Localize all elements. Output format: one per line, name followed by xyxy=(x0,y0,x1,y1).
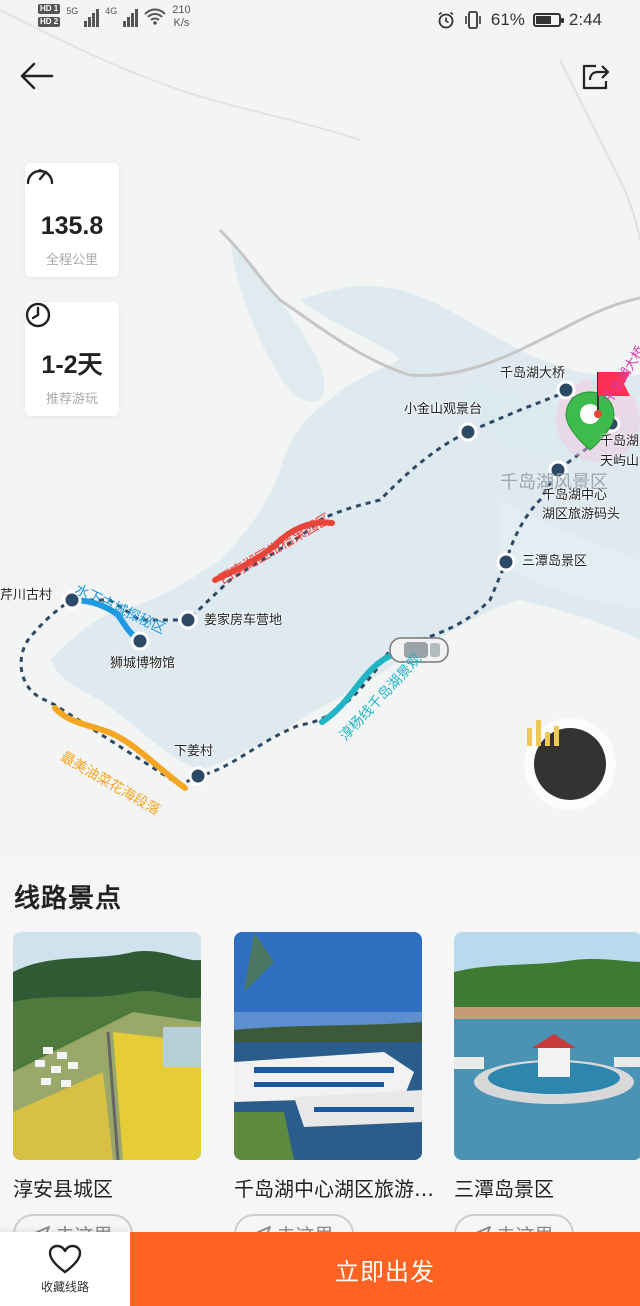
stop-label-tianyu-2[interactable]: 天屿山 xyxy=(600,454,639,470)
net-speed-unit: K/s xyxy=(173,17,190,29)
spot-name-2: 千岛湖中心湖区旅游码头 xyxy=(234,1177,434,1201)
spot-photo-2-image xyxy=(234,932,422,1160)
network-4g: 4G xyxy=(105,6,118,16)
elevation-chart-button[interactable] xyxy=(524,718,616,810)
stop-label-qiandaohu-bridge[interactable]: 千岛湖大桥 xyxy=(500,366,565,382)
spot-photo-1-image xyxy=(13,932,201,1160)
duration-card: 1-2天 推荐游玩 xyxy=(25,302,119,416)
signal-icon xyxy=(84,7,100,27)
spot-cards[interactable]: 淳安县城区 去这里 千岛湖中心湖区旅游码头 xyxy=(13,932,640,1254)
distance-value: 135.8 xyxy=(40,212,104,240)
signal-icon-2 xyxy=(123,7,139,27)
back-button[interactable] xyxy=(20,62,64,106)
spot-name-3: 三潭岛景区 xyxy=(454,1177,554,1201)
favorite-label: 收藏线路 xyxy=(40,1279,89,1294)
network-5g: 5G xyxy=(66,6,79,16)
hd-badge-2: HD 2 xyxy=(38,17,61,27)
duration-label: 推荐游玩 xyxy=(45,392,98,407)
clock-icon xyxy=(25,302,51,328)
net-speed-value: 210 xyxy=(172,4,191,16)
start-now-button[interactable]: 立即出发 xyxy=(130,1232,640,1306)
distance-label: 全程公里 xyxy=(45,253,98,268)
battery-icon xyxy=(532,13,564,27)
battery-percent: 61% xyxy=(490,10,525,29)
distance-card: 135.8 全程公里 xyxy=(25,163,119,277)
section-title: 线路景点 xyxy=(14,884,123,914)
route-map[interactable]: 135.8 全程公里 1-2天 推荐游玩 千岛湖风景区 千岛湖大桥 小金山观景台… xyxy=(0,0,640,860)
hd-badge-1: HD 1 xyxy=(38,4,61,14)
clock-time: 2:44 xyxy=(568,10,602,29)
stop-label-xiajiang[interactable]: 下姜村 xyxy=(174,744,213,760)
bar-chart-icon xyxy=(527,720,559,746)
spot-card-2[interactable]: 千岛湖中心湖区旅游码头 去这里 xyxy=(234,932,434,1254)
stop-label-santandao[interactable]: 三潭岛景区 xyxy=(522,554,587,570)
stop-marker-xiaojinshan xyxy=(458,422,478,442)
stop-label-center-pier-2[interactable]: 湖区旅游码头 xyxy=(542,507,620,523)
stop-label-center-pier-1[interactable]: 千岛湖中心 xyxy=(542,488,607,504)
heart-icon xyxy=(48,1244,82,1273)
stop-marker-qiandaohu-bridge xyxy=(556,380,576,400)
spot-photo-3-image xyxy=(454,932,640,1160)
vibrate-icon xyxy=(465,11,481,29)
stop-label-tianyu-1[interactable]: 千岛湖 xyxy=(600,434,639,450)
stop-marker-shicheng xyxy=(130,631,150,651)
stop-label-qianchuan[interactable]: 芹川古村 xyxy=(0,588,52,604)
spot-name-1: 淳安县城区 xyxy=(13,1177,113,1201)
duration-value: 1-2天 xyxy=(41,351,103,379)
wifi-icon xyxy=(144,8,166,25)
arrow-left-icon xyxy=(20,62,54,90)
favorite-route-button[interactable]: 收藏线路 xyxy=(0,1232,130,1306)
spot-card-3[interactable]: 三潭岛景区 去这里 xyxy=(454,932,640,1254)
share-icon xyxy=(582,64,610,90)
spot-card-1[interactable]: 淳安县城区 去这里 xyxy=(13,932,201,1254)
stop-marker-jiangjia xyxy=(178,610,198,630)
spot-photo-3[interactable] xyxy=(454,932,640,1160)
status-bar: HD 1 HD 2 5G 4G 210 K/s 61% 2:44 xyxy=(0,0,640,42)
stop-label-shicheng[interactable]: 狮城博物馆 xyxy=(110,656,175,672)
stop-marker-xiajiang xyxy=(188,766,208,786)
stop-marker-santandao xyxy=(496,552,516,572)
stop-label-xiaojinshan[interactable]: 小金山观景台 xyxy=(404,402,482,418)
share-button[interactable] xyxy=(580,62,624,106)
bottom-bar: 收藏线路 立即出发 xyxy=(0,1232,640,1306)
stop-label-jiangjia[interactable]: 姜家房车营地 xyxy=(204,613,282,629)
speedometer-icon xyxy=(26,169,54,185)
spot-photo-2[interactable] xyxy=(234,932,422,1160)
spot-photo-1[interactable] xyxy=(13,932,201,1160)
alarm-icon xyxy=(438,11,454,29)
